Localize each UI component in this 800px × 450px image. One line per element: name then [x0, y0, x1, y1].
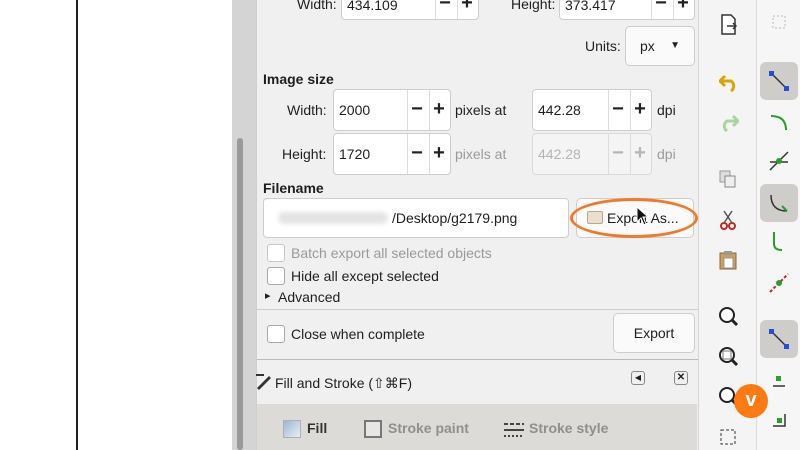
image-height-spinner[interactable]: 1720 − +: [333, 133, 451, 175]
close-when-complete-label: Close when complete: [291, 326, 425, 342]
snap-bbox-button[interactable]: [760, 62, 798, 100]
dock-icon[interactable]: ◀: [631, 371, 645, 385]
snap-bbox-icon: [769, 71, 789, 91]
tab-fill[interactable]: Fill: [307, 420, 327, 436]
document-height-decrement[interactable]: −: [650, 0, 672, 19]
filename-input[interactable]: /Desktop/g2179.png: [263, 198, 569, 238]
fill-stroke-icon: [256, 374, 271, 390]
zoom-drawing-icon[interactable]: [718, 346, 738, 366]
cut-icon[interactable]: [719, 210, 737, 230]
scrollbar-thumb[interactable]: [237, 138, 243, 450]
blurred-path-prefix: [278, 212, 388, 224]
export-icon[interactable]: [719, 14, 739, 36]
image-width-value: 2000: [339, 102, 371, 118]
snap-others-button[interactable]: [760, 320, 798, 358]
document-width-increment[interactable]: +: [456, 0, 478, 19]
zoom-width-icon[interactable]: [719, 428, 737, 446]
snap-smooth-icon[interactable]: [768, 230, 790, 252]
filename-title: Filename: [263, 180, 324, 196]
snap-nodes-icon: [770, 194, 788, 212]
image-height-decrement[interactable]: −: [406, 134, 428, 174]
image-width-decrement[interactable]: −: [406, 90, 428, 130]
image-height-increment[interactable]: +: [428, 134, 450, 174]
document-height-spinner[interactable]: 373.417 − +: [559, 0, 695, 20]
image-dpi-increment-disabled: +: [634, 142, 646, 164]
divider: [257, 309, 698, 310]
hide-all-except-label: Hide all except selected: [291, 268, 439, 284]
document-height-increment[interactable]: +: [672, 0, 694, 19]
redo-icon[interactable]: [719, 114, 739, 132]
batch-export-checkbox[interactable]: [267, 244, 285, 262]
image-dpi-unit-disabled: dpi: [657, 146, 676, 162]
image-width-label: Width:: [287, 102, 327, 118]
image-height-value: 1720: [339, 146, 371, 162]
image-height-label: Height:: [282, 146, 327, 162]
canvas-page-border: [76, 0, 78, 450]
image-width-spinner[interactable]: 2000 − +: [333, 89, 451, 131]
snap-path-icon[interactable]: [768, 112, 790, 134]
snap-enable-icon[interactable]: [771, 14, 787, 30]
image-dpi-unit: dpi: [657, 102, 676, 118]
copy-icon[interactable]: [719, 170, 737, 188]
tab-stroke-style[interactable]: Stroke style: [529, 420, 608, 436]
document-width-spinner[interactable]: 434.109 − +: [341, 0, 479, 20]
highlight-annotation-ring: [570, 198, 698, 238]
image-dpi-spinner-disabled: 442.28 − +: [532, 133, 652, 175]
scroll-gutter: [232, 0, 256, 450]
vimeo-logo-icon: v: [734, 384, 768, 418]
snap-intersection-icon[interactable]: [768, 150, 790, 172]
snap-others-icon: [769, 329, 789, 349]
units-value: px: [640, 38, 655, 54]
document-width-value: 434.109: [347, 0, 398, 13]
divider: [257, 359, 698, 360]
advanced-expander-label[interactable]: Advanced: [278, 289, 340, 305]
fill-stroke-title: Fill and Stroke (⇧⌘F): [275, 375, 412, 391]
close-icon[interactable]: ✕: [674, 371, 688, 385]
document-width-label: Width:: [297, 0, 337, 12]
image-dpi-spinner[interactable]: 442.28 − +: [532, 89, 652, 131]
snap-center-icon[interactable]: [771, 372, 787, 388]
tab-stroke-paint[interactable]: Stroke paint: [388, 420, 469, 436]
export-button[interactable]: Export: [613, 313, 695, 353]
mouse-cursor-icon: [636, 206, 648, 226]
stroke-paint-icon: [364, 420, 382, 438]
image-height-pixels-at: pixels at: [455, 146, 507, 162]
image-width-increment[interactable]: +: [428, 90, 450, 130]
image-dpi-increment[interactable]: +: [629, 90, 651, 130]
fill-swatch-icon: [283, 420, 301, 438]
hide-all-except-checkbox[interactable]: [267, 267, 285, 285]
image-width-pixels-at: pixels at: [455, 102, 507, 118]
image-dpi-value-disabled: 442.28: [538, 146, 581, 162]
chevron-down-icon: ▼: [670, 40, 680, 51]
zoom-selection-icon[interactable]: [718, 306, 738, 326]
image-size-title: Image size: [263, 71, 334, 87]
units-dropdown[interactable]: px ▼: [625, 26, 695, 66]
undo-icon[interactable]: [719, 74, 739, 92]
image-dpi-value: 442.28: [538, 102, 581, 118]
snap-nodes-button[interactable]: [760, 184, 798, 222]
snap-page-border-icon[interactable]: [771, 412, 787, 428]
canvas-area[interactable]: [0, 0, 232, 450]
document-width-decrement[interactable]: −: [434, 0, 456, 19]
commands-toolbar: [698, 0, 756, 450]
stroke-style-icon: [504, 423, 524, 437]
image-dpi-decrement[interactable]: −: [607, 90, 629, 130]
filename-value: /Desktop/g2179.png: [392, 210, 518, 226]
snap-midpoint-icon[interactable]: [768, 272, 790, 294]
paste-icon[interactable]: [719, 250, 737, 270]
units-label: Units:: [585, 38, 621, 54]
advanced-expander-icon[interactable]: ▸: [265, 289, 271, 302]
document-height-value: 373.417: [565, 0, 616, 13]
image-dpi-decrement-disabled: −: [612, 142, 624, 164]
close-when-complete-checkbox[interactable]: [267, 325, 285, 343]
document-height-label: Height:: [511, 0, 556, 12]
batch-export-label: Batch export all selected objects: [291, 245, 492, 261]
fill-stroke-tabs: Fill Stroke paint Stroke style: [257, 404, 697, 450]
snap-toolbar: [756, 0, 800, 450]
